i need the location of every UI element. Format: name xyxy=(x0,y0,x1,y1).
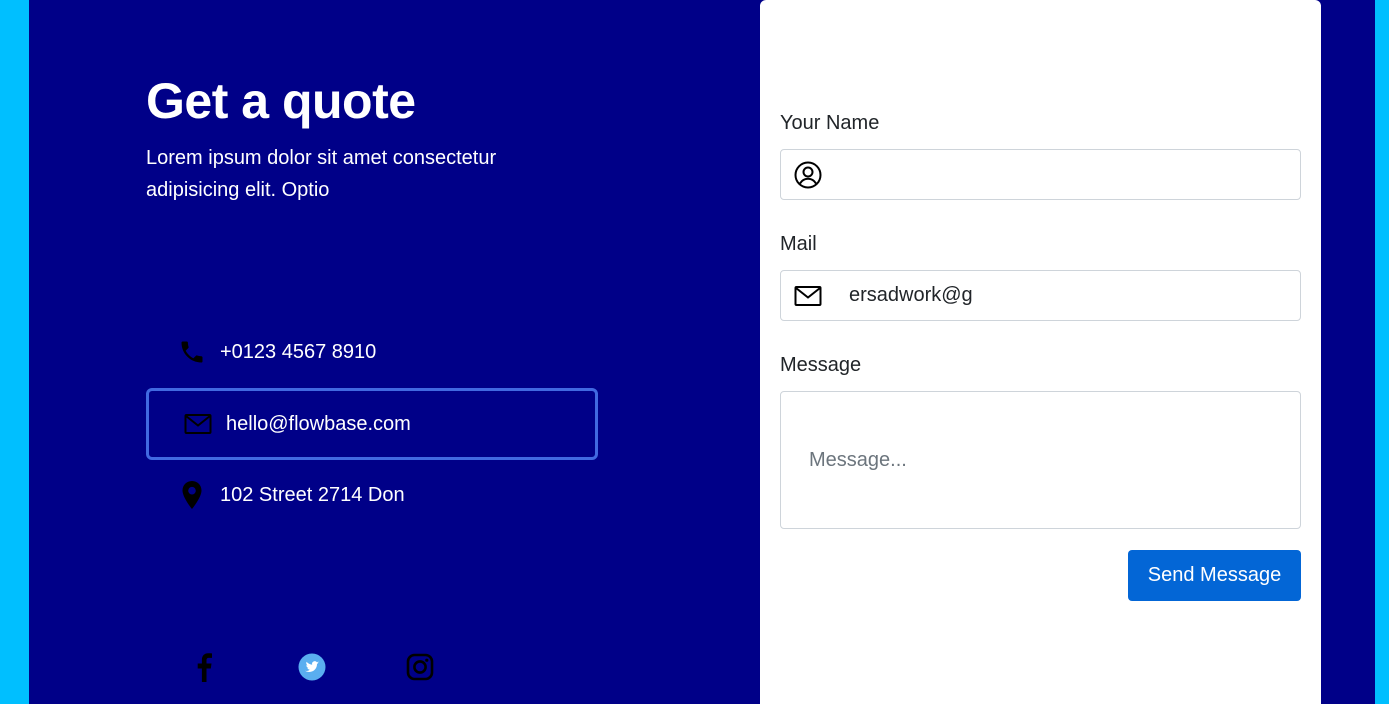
quote-form: Your Name Mail Message Send Message xyxy=(760,0,1321,704)
contact-phone[interactable]: +0123 4567 8910 xyxy=(146,316,598,388)
envelope-icon xyxy=(793,281,823,311)
contact-phone-text: +0123 4567 8910 xyxy=(220,340,377,363)
message-textarea[interactable] xyxy=(781,392,1300,528)
message-field[interactable] xyxy=(780,391,1301,529)
map-pin-icon xyxy=(176,479,208,511)
phone-icon xyxy=(176,336,208,368)
name-label: Your Name xyxy=(780,112,880,134)
name-field[interactable] xyxy=(780,149,1301,200)
page: Get a quote Lorem ipsum dolor sit amet c… xyxy=(0,0,1389,704)
facebook-icon[interactable] xyxy=(188,651,220,683)
message-label: Message xyxy=(780,354,862,376)
instagram-icon[interactable] xyxy=(404,651,436,683)
mail-field[interactable] xyxy=(780,270,1301,321)
mail-input[interactable] xyxy=(837,271,1299,320)
page-title: Get a quote xyxy=(146,73,416,129)
mail-label: Mail xyxy=(780,233,817,255)
contact-email[interactable]: hello@flowbase.com xyxy=(146,388,598,460)
name-input[interactable] xyxy=(837,150,1299,199)
envelope-icon xyxy=(182,408,214,440)
contact-address[interactable]: 102 Street 2714 Don xyxy=(146,459,598,531)
send-message-button[interactable]: Send Message xyxy=(1128,550,1301,601)
user-circle-icon xyxy=(793,160,823,190)
twitter-icon[interactable] xyxy=(296,651,328,683)
contact-email-text: hello@flowbase.com xyxy=(226,412,411,435)
contact-address-text: 102 Street 2714 Don xyxy=(220,483,405,506)
page-subtitle: Lorem ipsum dolor sit amet consectetur a… xyxy=(146,147,497,201)
